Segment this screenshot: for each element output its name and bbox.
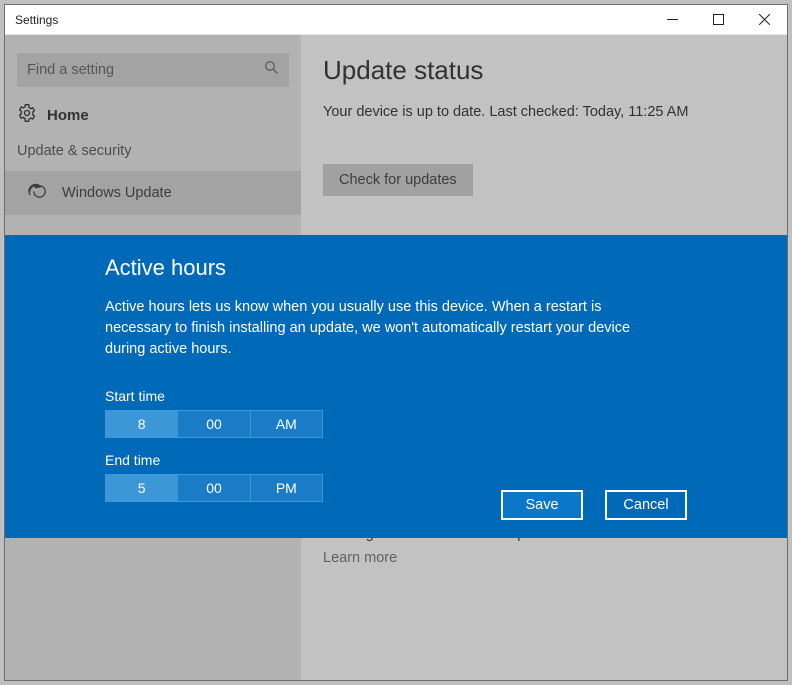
minimize-button[interactable]: [649, 5, 695, 35]
dialog-buttons: Save Cancel: [501, 490, 687, 520]
start-hour[interactable]: 8: [106, 411, 178, 437]
cancel-button[interactable]: Cancel: [605, 490, 687, 520]
dialog-body: Active hours lets us know when you usual…: [105, 297, 665, 360]
end-ampm[interactable]: PM: [251, 475, 322, 501]
start-minute[interactable]: 00: [178, 411, 250, 437]
end-minute[interactable]: 00: [178, 475, 250, 501]
maximize-button[interactable]: [695, 5, 741, 35]
settings-window: Settings Find a setting: [4, 4, 788, 681]
save-button[interactable]: Save: [501, 490, 583, 520]
window-title: Settings: [5, 13, 649, 27]
end-time-label: End time: [105, 452, 787, 468]
active-hours-dialog: Active hours Active hours lets us know w…: [5, 235, 787, 538]
start-time-label: Start time: [105, 388, 787, 404]
end-time-picker[interactable]: 5 00 PM: [105, 474, 323, 502]
dialog-title: Active hours: [105, 255, 787, 281]
end-hour[interactable]: 5: [106, 475, 178, 501]
titlebar: Settings: [5, 5, 787, 35]
start-ampm[interactable]: AM: [251, 411, 322, 437]
start-time-picker[interactable]: 8 00 AM: [105, 410, 323, 438]
content-area: Find a setting Home Update & security: [5, 35, 787, 680]
close-button[interactable]: [741, 5, 787, 35]
